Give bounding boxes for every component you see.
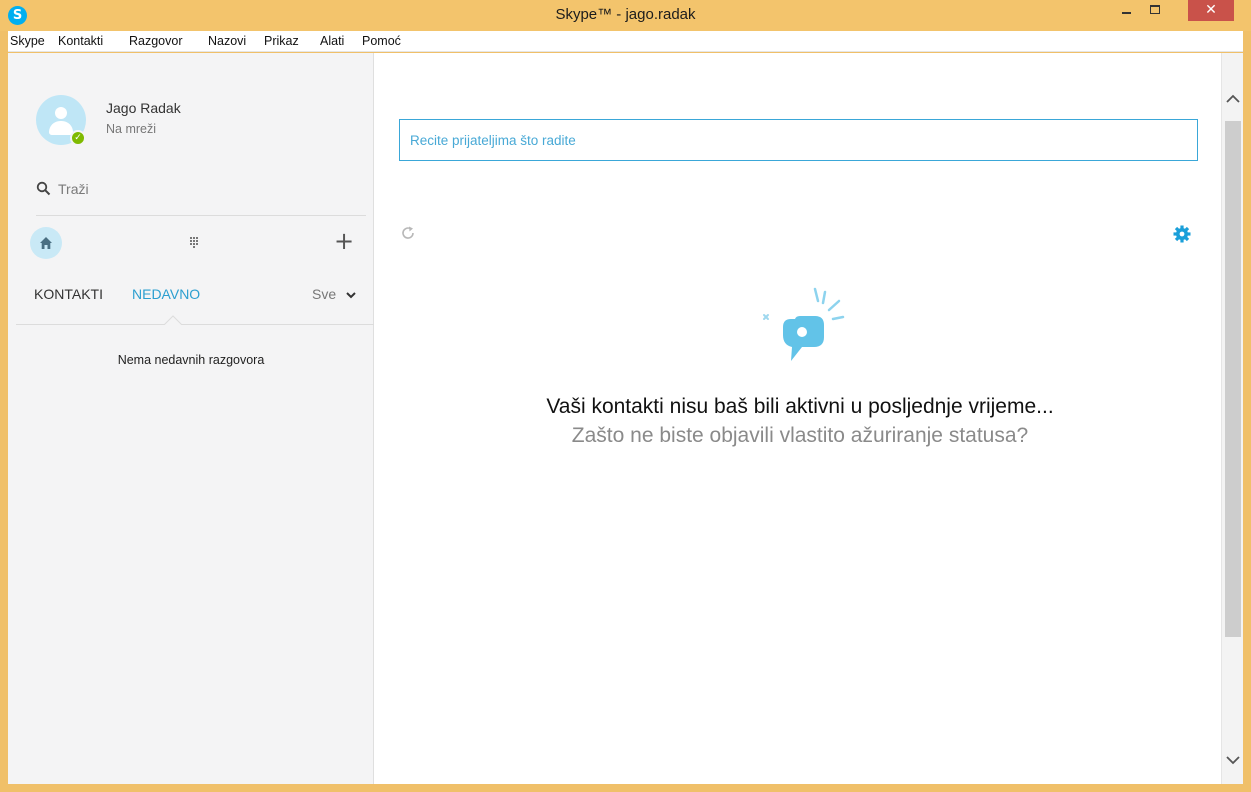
menu-razgovor[interactable]: Razgovor (129, 31, 183, 52)
skype-window: S Skype™ - jago.radak ✕ Skype Kontakti R… (0, 0, 1251, 792)
home-button[interactable] (30, 227, 62, 259)
presence-online-icon: ✓ (70, 130, 86, 146)
dialpad-icon[interactable] (184, 233, 204, 253)
menu-alati[interactable]: Alati (320, 31, 344, 52)
scroll-up-icon[interactable] (1222, 89, 1244, 109)
tab-contacts[interactable]: KONTAKTI (34, 286, 103, 302)
menu-bar: Skype Kontakti Razgovor Nazovi Prikaz Al… (8, 31, 1243, 52)
tab-recent[interactable]: NEDAVNO (132, 286, 200, 302)
profile-name[interactable]: Jago Radak (106, 100, 181, 116)
mood-message-input[interactable] (399, 119, 1198, 161)
home-icon (40, 237, 52, 249)
search-box (36, 177, 366, 201)
client-area: ✓ Jago Radak Na mreži Traži + KONTAKTI N… (8, 53, 1243, 784)
avatar-shoulders (49, 121, 73, 135)
empty-feed-subtitle: Zašto ne biste objavili vlastito ažurira… (571, 424, 1029, 447)
menu-kontakti[interactable]: Kontakti (58, 31, 103, 52)
search-icon (36, 181, 51, 196)
skype-logo-icon[interactable]: S (8, 6, 27, 25)
menu-pomoc[interactable]: Pomoć (362, 31, 401, 52)
plus-icon[interactable]: + (330, 227, 358, 255)
menu-nazovi[interactable]: Nazovi (208, 31, 246, 52)
sidebar: ✓ Jago Radak Na mreži Traži + KONTAKTI N… (8, 53, 374, 784)
vertical-scrollbar[interactable] (1221, 53, 1243, 784)
scroll-thumb[interactable] (1225, 121, 1241, 637)
refresh-icon[interactable] (399, 224, 417, 242)
filter-dropdown[interactable]: Sve (312, 286, 336, 302)
avatar-head (55, 107, 67, 119)
chat-bubble-sparkle-icon (763, 287, 845, 361)
search-input[interactable] (58, 177, 358, 201)
minimize-button[interactable] (1114, 0, 1140, 21)
active-tab-indicator (164, 315, 182, 325)
tabs-divider (16, 324, 374, 325)
sidebar-divider (36, 215, 366, 216)
profile-status[interactable]: Na mreži (106, 122, 156, 136)
window-title: Skype™ - jago.radak (555, 6, 696, 23)
main-panel: Vaši kontakti nisu baš bili aktivni u po… (375, 53, 1221, 784)
gear-icon[interactable] (1172, 224, 1192, 244)
menu-skype[interactable]: Skype (10, 31, 45, 52)
scroll-down-icon[interactable] (1222, 750, 1244, 770)
minimize-icon (1122, 12, 1131, 14)
chevron-down-icon[interactable] (345, 290, 357, 300)
empty-feed-title: Vaši kontakti nisu baš bili aktivni u po… (546, 395, 1054, 418)
maximize-icon (1150, 5, 1160, 14)
close-button[interactable]: ✕ (1188, 0, 1234, 21)
recent-empty-message: Nema nedavnih razgovora (117, 353, 265, 367)
title-bar[interactable]: S Skype™ - jago.radak ✕ (0, 0, 1251, 31)
menu-prikaz[interactable]: Prikaz (264, 31, 299, 52)
close-icon: ✕ (1205, 2, 1217, 18)
maximize-button[interactable] (1142, 0, 1168, 21)
